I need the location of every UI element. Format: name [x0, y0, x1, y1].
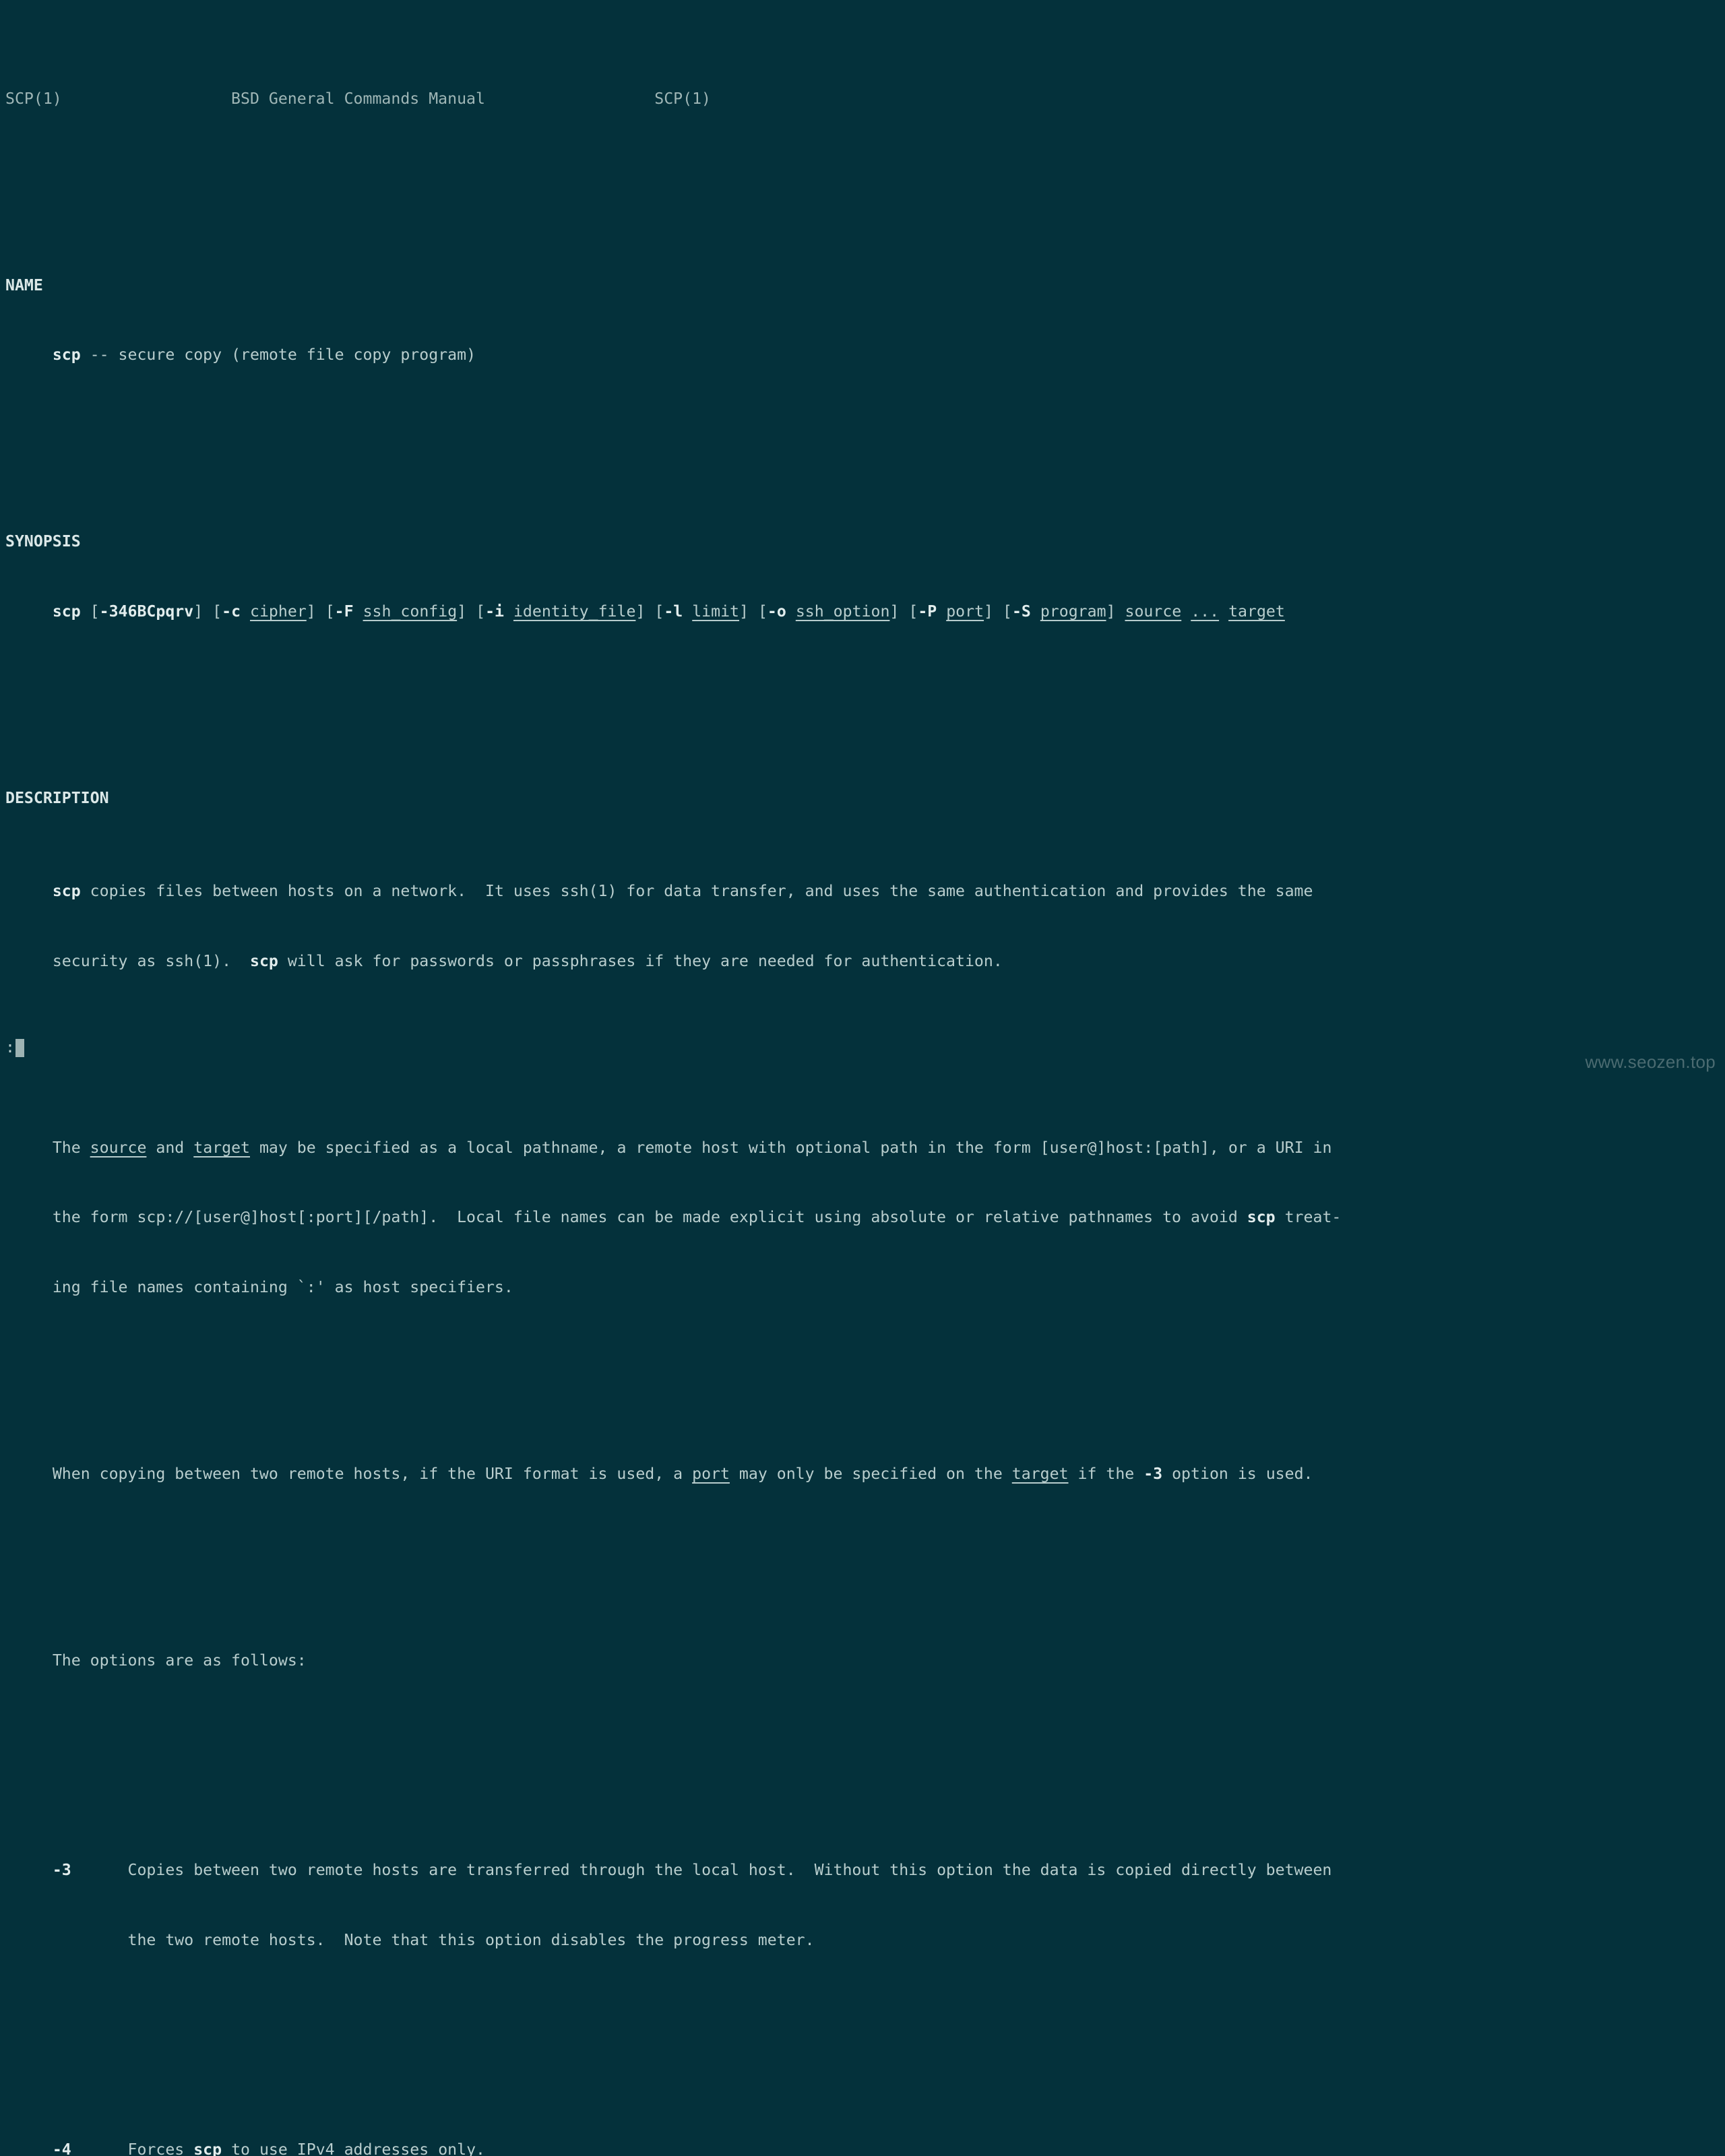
- synopsis-flag-o: -o: [767, 602, 786, 621]
- synopsis-target: target: [1228, 602, 1285, 621]
- description-para3: When copying between two remote hosts, i…: [5, 1463, 1725, 1486]
- description-para1-line2: security as ssh(1). scp will ask for pas…: [5, 950, 1725, 974]
- desc-para3-d: option is used.: [1162, 1464, 1313, 1483]
- desc-para2-a: The: [52, 1138, 90, 1157]
- synopsis-flag-l: -l: [664, 602, 683, 621]
- description-para4: The options are as follows:: [5, 1649, 1725, 1673]
- desc-para1b-command: scp: [249, 951, 278, 970]
- synopsis-flag-P: -P: [918, 602, 937, 621]
- name-summary: secure copy (remote file copy program): [118, 346, 476, 364]
- synopsis-arg-ssh-config: ssh_config: [363, 602, 458, 621]
- desc-para3-target: target: [1011, 1464, 1069, 1483]
- pager-prompt-colon: :: [5, 1038, 15, 1056]
- name-command: scp: [52, 346, 81, 364]
- desc-para2-target: target: [193, 1138, 250, 1157]
- synopsis-arg-ssh-option: ssh_option: [795, 602, 890, 621]
- desc-para1b-post: will ask for passwords or passphrases if…: [278, 951, 1003, 970]
- header-gap-1: [62, 90, 231, 108]
- option-4-command: scp: [193, 2141, 222, 2156]
- desc-para3-option: -3: [1143, 1464, 1163, 1483]
- desc-para3-a: When copying between two remote hosts, i…: [52, 1464, 693, 1483]
- text-cursor: [15, 1038, 24, 1057]
- desc-options-intro: The options are as follows:: [52, 1651, 307, 1670]
- desc-para1-text: copies files between hosts on a network.…: [90, 881, 1313, 900]
- desc-para2l3: ing file names containing `:' as host sp…: [52, 1278, 513, 1297]
- header-right: SCP(1): [654, 89, 712, 108]
- option-desc-3-line1: Copies between two remote hosts are tran…: [127, 1860, 1332, 1879]
- synopsis-arg-limit: limit: [692, 602, 740, 621]
- desc-para2-b: and: [146, 1138, 194, 1157]
- option-desc-3-line2: the two remote hosts. Note that this opt…: [127, 1930, 815, 1949]
- synopsis-arg-cipher: cipher: [250, 602, 307, 621]
- desc-para2-source: source: [90, 1138, 147, 1157]
- synopsis-flag-S: -S: [1011, 602, 1031, 621]
- description-para2-line3: ing file names containing `:' as host sp…: [5, 1276, 1725, 1300]
- desc-command-scp: scp: [52, 881, 81, 900]
- desc-para3-c: if the: [1068, 1464, 1144, 1483]
- section-heading-synopsis: SYNOPSIS: [5, 532, 81, 551]
- description-para1-line1: scp copies files between hosts on a netw…: [5, 880, 1725, 903]
- synopsis-arg-program: program: [1040, 602, 1106, 621]
- section-heading-description: DESCRIPTION: [5, 788, 109, 807]
- description-para2-line2: the form scp://[user@]host[:port][/path]…: [5, 1206, 1725, 1230]
- option-entry-3: -3 Copies between two remote hosts are t…: [5, 1859, 1725, 1882]
- man-page-content: SCP(1) BSD General Commands Manual SCP(1…: [0, 18, 1725, 2156]
- synopsis-command: scp: [52, 602, 81, 621]
- desc-para2l2-b: treat-: [1275, 1208, 1342, 1227]
- name-dash: --: [80, 346, 119, 364]
- synopsis-flag-c: -c: [222, 602, 241, 621]
- synopsis-flag-F: -F: [334, 602, 354, 621]
- option-flag-3: -3: [52, 1860, 71, 1879]
- pager-prompt[interactable]: :: [5, 1038, 24, 1058]
- section-heading-name: NAME: [5, 276, 43, 294]
- option-entry-4: -4 Forces scp to use IPv4 addresses only…: [5, 2138, 1725, 2156]
- name-entry-line: scp -- secure copy (remote file copy pro…: [5, 344, 1725, 367]
- header-center: BSD General Commands Manual: [231, 89, 485, 108]
- synopsis-ellipsis: ...: [1191, 602, 1220, 621]
- synopsis-arg-identity-file: identity_file: [513, 602, 636, 621]
- option-entry-3-cont: the two remote hosts. Note that this opt…: [5, 1929, 1725, 1953]
- header-gap-2: [485, 90, 654, 108]
- desc-para2-c: may be specified as a local pathname, a …: [250, 1138, 1332, 1157]
- desc-para1b-pre: security as ssh(1).: [52, 951, 250, 970]
- desc-para3-port: port: [692, 1464, 730, 1483]
- synopsis-flag-group: -346BCpqrv: [99, 602, 194, 621]
- terminal-window: SCP(1) BSD General Commands Manual SCP(1…: [0, 0, 1725, 2156]
- desc-para2l2-command: scp: [1247, 1208, 1276, 1227]
- desc-para2l2-a: the form scp://[user@]host[:port][/path]…: [52, 1208, 1247, 1227]
- description-para2-line1: The source and target may be specified a…: [5, 1137, 1725, 1160]
- watermark-text: www.seozen.top: [1585, 1052, 1716, 1072]
- man-page-header-line: SCP(1) BSD General Commands Manual SCP(1…: [5, 88, 1725, 111]
- desc-para3-b: may only be specified on the: [729, 1464, 1012, 1483]
- synopsis-flag-i: -i: [485, 602, 504, 621]
- synopsis-source: source: [1125, 602, 1182, 621]
- synopsis-line: scp [-346BCpqrv] [-c cipher] [-F ssh_con…: [52, 602, 1285, 621]
- option-flag-4: -4: [52, 2141, 71, 2156]
- synopsis-arg-port: port: [946, 602, 984, 621]
- header-left: SCP(1): [5, 89, 62, 108]
